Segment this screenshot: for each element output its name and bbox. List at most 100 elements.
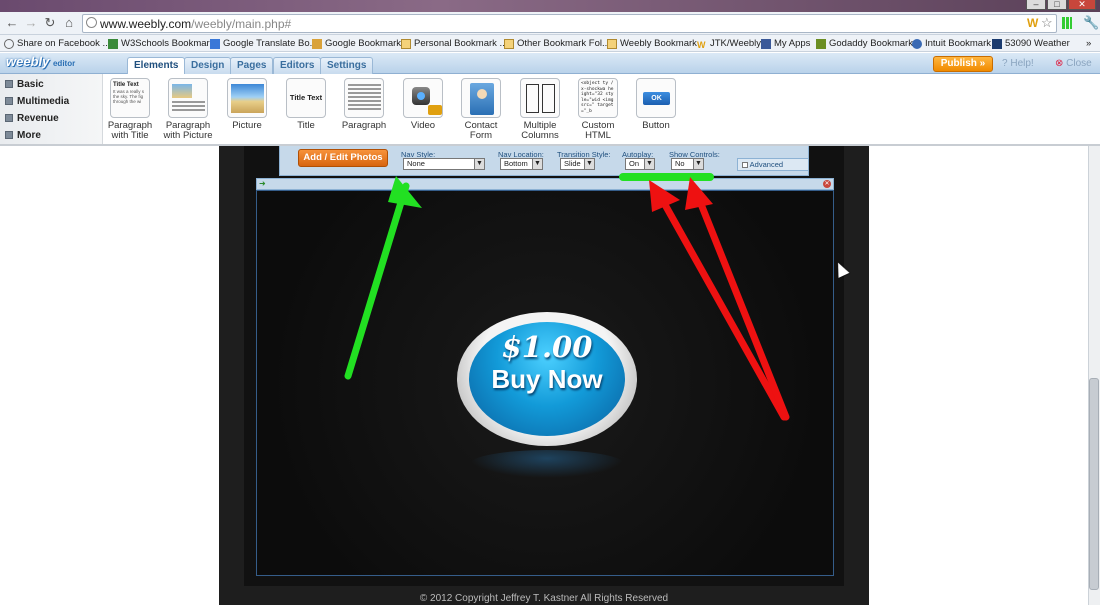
category-icon — [5, 97, 13, 105]
bookmark-item[interactable]: 53090 Weather — [992, 38, 1070, 50]
category-multimedia[interactable]: Multimedia — [5, 93, 69, 109]
title-thumb: Title Text — [286, 78, 326, 118]
help-button[interactable]: ? Help! — [1002, 58, 1034, 69]
help-icon: ? — [1002, 58, 1008, 69]
tab-design[interactable]: Design — [184, 57, 232, 74]
delete-element-icon[interactable]: ✕ — [823, 180, 831, 188]
element-contact-form[interactable]: Contact Form — [455, 78, 507, 141]
bookmark-item[interactable]: W3Schools Bookmark — [108, 38, 214, 50]
bookmark-item[interactable]: Google Bookmark — [312, 38, 401, 50]
bookmark-item[interactable]: Intuit Bookmark — [912, 38, 991, 50]
element-label: Multiple Columns — [521, 120, 559, 141]
weebly-icon: W — [697, 40, 706, 50]
add-edit-photos-button[interactable]: Add / Edit Photos — [298, 149, 388, 167]
minimize-button[interactable]: – — [1026, 0, 1046, 10]
wrench-icon[interactable]: 🔧 — [1083, 15, 1099, 31]
category-basic[interactable]: Basic — [5, 76, 44, 92]
close-icon: ⊗ — [1055, 58, 1064, 69]
video-camera-icon — [403, 78, 443, 118]
bookmark-item[interactable]: W JTK/Weebly — [697, 38, 761, 50]
paragraph-title-thumb: Title Text It was a really s the sky. Th… — [110, 78, 150, 118]
element-label: Title — [297, 120, 315, 131]
bookmark-folder[interactable]: Weebly Bookmark — [607, 38, 697, 50]
bookmark-folder[interactable]: Other Bookmark Fol... — [504, 38, 610, 50]
page-icon — [86, 17, 97, 28]
element-label: Picture — [232, 120, 262, 131]
folder-icon — [401, 39, 411, 49]
picture-thumb — [227, 78, 267, 118]
buy-now-price: $1.00 — [501, 330, 593, 364]
bookmark-item[interactable]: My Apps — [761, 38, 810, 50]
element-paragraph[interactable]: Paragraph — [338, 78, 390, 131]
element-video[interactable]: Video — [397, 78, 449, 131]
element-paragraph-with-title[interactable]: Title Text It was a really s the sky. Th… — [104, 78, 156, 141]
dropdown-arrow-icon: ▼ — [693, 159, 703, 169]
tab-elements[interactable]: Elements — [127, 57, 186, 75]
nav-location-select[interactable]: Bottom ▼ — [500, 158, 543, 170]
weebly-logo: weebly editor — [6, 54, 76, 69]
tab-pages[interactable]: Pages — [230, 57, 274, 74]
show-controls-select[interactable]: No ▼ — [671, 158, 704, 170]
element-handle-bar[interactable] — [256, 178, 834, 190]
element-multiple-columns[interactable]: Multiple Columns — [514, 78, 566, 141]
maximize-button[interactable]: □ — [1047, 0, 1067, 10]
dropdown-arrow-icon: ▼ — [644, 159, 654, 169]
element-label: Button — [642, 120, 670, 131]
element-label: Paragraph with Picture — [163, 120, 213, 141]
forward-icon[interactable]: → — [24, 16, 38, 30]
window-close-button[interactable]: ✕ — [1068, 0, 1096, 10]
element-label: Contact Form — [464, 120, 498, 141]
dropdown-arrow-icon: ▼ — [584, 159, 594, 169]
buy-now-label: Buy Now — [491, 364, 603, 394]
checkbox-icon — [742, 162, 748, 169]
element-title[interactable]: Title Text Title — [280, 78, 332, 131]
google-icon — [312, 39, 322, 49]
reload-icon[interactable]: ↻ — [43, 16, 57, 30]
weebly-extension-icon[interactable]: W — [1027, 16, 1038, 30]
autoplay-select[interactable]: On ▼ — [625, 158, 655, 170]
element-button[interactable]: OK Button — [630, 78, 682, 131]
close-editor-button[interactable]: ⊗ Close — [1055, 58, 1092, 69]
translate-icon — [210, 39, 220, 49]
element-picture[interactable]: Picture — [221, 78, 273, 131]
signal-icon[interactable] — [1062, 17, 1072, 29]
dropdown-arrow-icon: ▼ — [474, 159, 484, 169]
html-code-icon: <object ty /x-shockwa height="32 style="… — [578, 78, 618, 118]
bookmark-item[interactable]: Godaddy Bookmark — [816, 38, 913, 50]
nav-style-select[interactable]: None ▼ — [403, 158, 485, 170]
dropdown-arrow-icon: ▼ — [532, 159, 542, 169]
move-arrow-icon[interactable]: ➜ — [259, 179, 266, 188]
bookmark-item[interactable]: Share on Facebook ... — [4, 38, 110, 50]
columns-icon — [520, 78, 560, 118]
tab-settings[interactable]: Settings — [320, 57, 374, 74]
bookmark-folder[interactable]: Personal Bookmark ... — [401, 38, 507, 50]
folder-icon — [607, 39, 617, 49]
element-label: Video — [410, 120, 436, 131]
element-paragraph-with-picture[interactable]: Paragraph with Picture — [162, 78, 214, 141]
folder-icon — [504, 39, 514, 49]
bookmark-item[interactable]: Google Translate Bo... — [210, 38, 318, 50]
tab-editors[interactable]: Editors — [273, 57, 322, 74]
transition-style-select[interactable]: Slide ▼ — [560, 158, 595, 170]
category-more[interactable]: More — [5, 127, 41, 143]
back-icon[interactable]: ← — [5, 16, 19, 30]
category-icon — [5, 114, 13, 122]
globe-icon — [4, 39, 14, 49]
advanced-toggle[interactable]: Advanced — [737, 158, 809, 171]
scrollbar-thumb[interactable] — [1089, 378, 1099, 590]
paragraph-thumb — [344, 78, 384, 118]
category-revenue[interactable]: Revenue — [5, 110, 59, 126]
weather-icon — [992, 39, 1002, 49]
button-reflection — [470, 450, 624, 478]
page-footer: © 2012 Copyright Jeffrey T. Kastner All … — [419, 593, 669, 604]
category-icon — [5, 80, 13, 88]
element-label: Paragraph — [341, 120, 387, 131]
element-custom-html[interactable]: <object ty /x-shockwa height="32 style="… — [572, 78, 624, 141]
bookmarks-overflow[interactable]: » — [1086, 38, 1091, 50]
home-icon[interactable]: ⌂ — [62, 16, 76, 30]
godaddy-icon — [816, 39, 826, 49]
publish-button[interactable]: Publish » — [933, 56, 993, 72]
paragraph-picture-thumb — [168, 78, 208, 118]
element-label: Paragraph with Title — [107, 120, 153, 141]
star-icon[interactable]: ☆ — [1041, 15, 1053, 31]
